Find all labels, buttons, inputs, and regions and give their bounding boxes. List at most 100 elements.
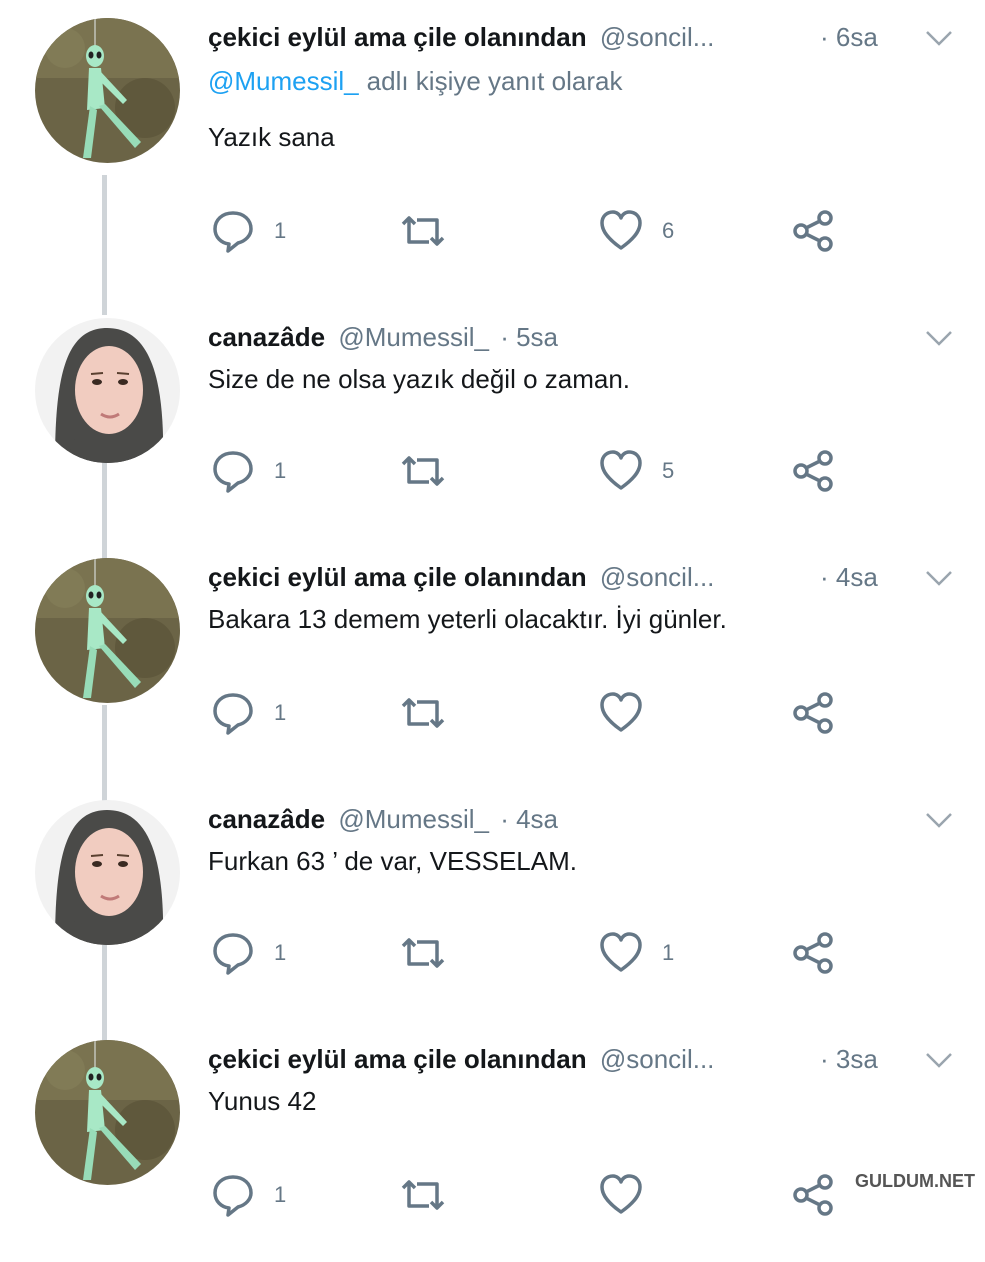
like-count: 5 (662, 458, 675, 483)
share-button[interactable] (790, 1170, 836, 1220)
woman-avatar-image (35, 800, 180, 945)
retweet-button[interactable] (395, 1170, 451, 1220)
username[interactable]: @soncil... (600, 1044, 715, 1074)
action-bar: 1 1 (210, 928, 850, 978)
username[interactable]: @soncil... (600, 562, 715, 592)
share-button[interactable] (790, 928, 836, 978)
share-button[interactable] (790, 688, 836, 738)
share-button[interactable] (790, 446, 836, 496)
tweet-text: Size de ne olsa yazık değil o zaman. (208, 364, 631, 394)
reply-icon (213, 1175, 253, 1217)
reply-count: 1 (274, 218, 287, 243)
retweet-icon (401, 1180, 445, 1210)
username[interactable]: @soncil... (600, 22, 715, 52)
heart-icon (600, 1174, 642, 1214)
reply-icon (213, 451, 253, 493)
tweet-header: canazâde @Mumessil_ · 4sa (208, 804, 895, 834)
woman-avatar-image (35, 318, 180, 463)
reply-button[interactable]: 1 (210, 1170, 286, 1220)
tweet-text: Yazık sana (208, 122, 335, 152)
retweet-icon (401, 456, 445, 486)
timestamp[interactable]: · 5sa (500, 322, 558, 352)
heart-icon (600, 450, 642, 490)
chevron-down-icon[interactable] (923, 1050, 955, 1070)
timestamp[interactable]: · 6sa (820, 22, 878, 52)
heart-icon (600, 692, 642, 732)
share-icon (793, 932, 833, 974)
tweet[interactable]: çekici eylül ama çile olanından @soncil.… (0, 1022, 985, 1262)
display-name[interactable]: çekici eylül ama çile olanından (208, 22, 587, 52)
watermark: GULDUM.NET (851, 1171, 979, 1192)
tweet[interactable]: canazâde @Mumessil_ · 4sa Furkan 63 ’ de… (0, 782, 985, 1022)
alien-avatar-image (35, 1040, 180, 1185)
reply-context: @Mumessil_ adlı kişiye yanıt olarak (208, 66, 622, 97)
like-button[interactable]: 6 (598, 206, 674, 256)
retweet-button[interactable] (395, 206, 451, 256)
reply-count: 1 (274, 458, 287, 483)
username[interactable]: @Mumessil_ (338, 804, 489, 834)
like-count: 1 (662, 940, 675, 965)
share-icon (793, 450, 833, 492)
retweet-button[interactable] (395, 446, 451, 496)
reply-count: 1 (274, 940, 287, 965)
tweet-text: Bakara 13 demem yeterli olacaktır. İyi g… (208, 604, 727, 634)
reply-mention-link[interactable]: @Mumessil_ (208, 66, 359, 96)
action-bar: 1 (210, 1170, 850, 1220)
tweet-text: Yunus 42 (208, 1086, 317, 1116)
reply-count: 1 (274, 1182, 287, 1207)
reply-context-label: adlı kişiye yanıt olarak (366, 66, 623, 96)
action-bar: 1 6 (210, 206, 850, 256)
avatar[interactable] (35, 800, 180, 945)
tweet-text: Furkan 63 ’ de var, VESSELAM. (208, 846, 577, 876)
chevron-down-icon[interactable] (923, 28, 955, 48)
heart-icon (600, 932, 642, 972)
tweet-header: canazâde @Mumessil_ · 5sa (208, 322, 895, 352)
display-name[interactable]: canazâde (208, 804, 325, 834)
retweet-icon (401, 698, 445, 728)
heart-icon (600, 210, 642, 250)
display-name[interactable]: çekici eylül ama çile olanından (208, 1044, 587, 1074)
share-icon (793, 210, 833, 252)
chevron-down-icon[interactable] (923, 810, 955, 830)
reply-button[interactable]: 1 (210, 446, 286, 496)
avatar[interactable] (35, 318, 180, 463)
tweet-header: çekici eylül ama çile olanından @soncil.… (208, 562, 895, 592)
chevron-down-icon[interactable] (923, 328, 955, 348)
alien-avatar-image (35, 558, 180, 703)
avatar[interactable] (35, 18, 180, 163)
display-name[interactable]: canazâde (208, 322, 325, 352)
share-icon (793, 692, 833, 734)
action-bar: 1 5 (210, 446, 850, 496)
reply-button[interactable]: 1 (210, 206, 286, 256)
retweet-button[interactable] (395, 688, 451, 738)
action-bar: 1 (210, 688, 850, 738)
timestamp[interactable]: · 3sa (820, 1044, 878, 1074)
reply-button[interactable]: 1 (210, 928, 286, 978)
timestamp[interactable]: · 4sa (820, 562, 878, 592)
retweet-icon (401, 938, 445, 968)
share-icon (793, 1174, 833, 1216)
share-button[interactable] (790, 206, 836, 256)
like-count: 6 (662, 218, 675, 243)
reply-count: 1 (274, 700, 287, 725)
timestamp[interactable]: · 4sa (500, 804, 558, 834)
avatar[interactable] (35, 1040, 180, 1185)
reply-icon (213, 211, 253, 253)
username[interactable]: @Mumessil_ (338, 322, 489, 352)
tweet-header: çekici eylül ama çile olanından @soncil.… (208, 1044, 895, 1074)
like-button[interactable]: 1 (598, 928, 674, 978)
reply-icon (213, 933, 253, 975)
like-button[interactable]: 5 (598, 446, 674, 496)
avatar[interactable] (35, 558, 180, 703)
like-button[interactable] (598, 1170, 662, 1220)
chevron-down-icon[interactable] (923, 568, 955, 588)
like-button[interactable] (598, 688, 662, 738)
reply-icon (213, 693, 253, 735)
tweet-header: çekici eylül ama çile olanından @soncil.… (208, 22, 895, 52)
tweet[interactable]: çekici eylül ama çile olanından @soncil.… (0, 0, 985, 253)
tweet[interactable]: canazâde @Mumessil_ · 5sa Size de ne ols… (0, 300, 985, 540)
reply-button[interactable]: 1 (210, 688, 286, 738)
retweet-button[interactable] (395, 928, 451, 978)
display-name[interactable]: çekici eylül ama çile olanından (208, 562, 587, 592)
tweet[interactable]: çekici eylül ama çile olanından @soncil.… (0, 540, 985, 780)
